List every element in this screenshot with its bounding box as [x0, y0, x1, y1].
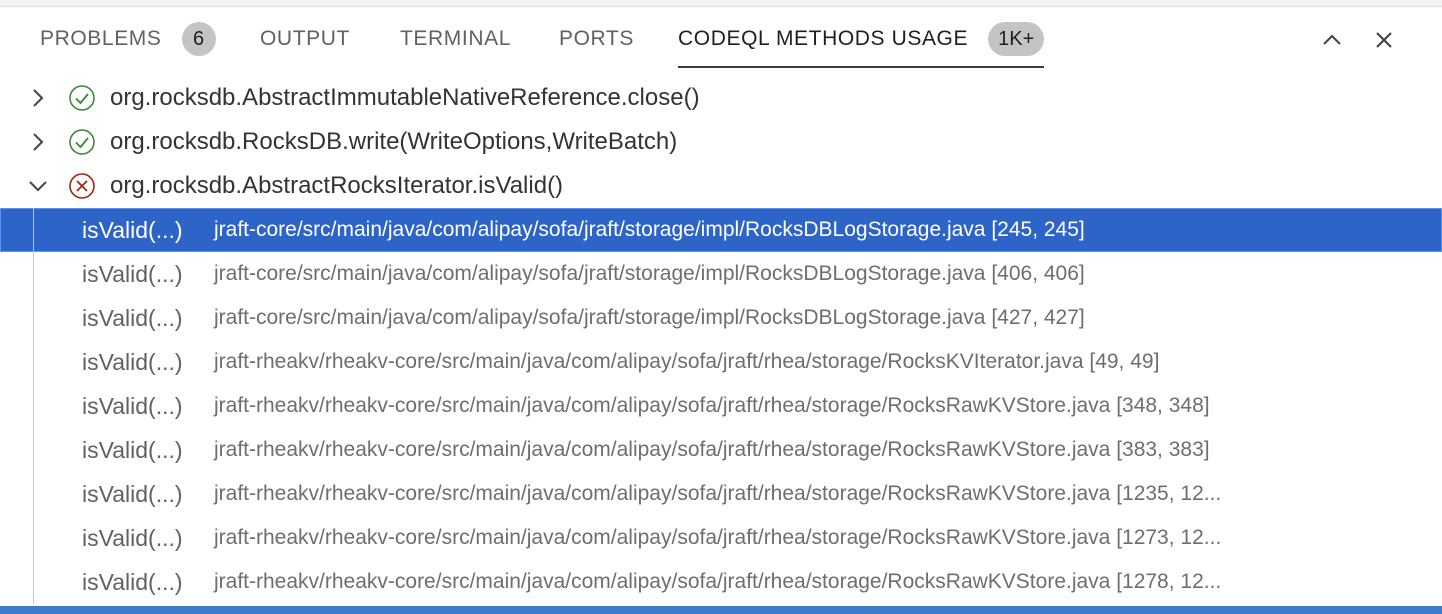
- tab-label: PROBLEMS: [40, 27, 162, 50]
- usage-row[interactable]: isValid(...) jraft-core/src/main/java/co…: [0, 208, 1442, 252]
- usage-row[interactable]: isValid(...) jraft-rheakv/rheakv-core/sr…: [0, 384, 1442, 428]
- usage-count-badge: 1K+: [988, 22, 1045, 56]
- indent-guide: [33, 516, 34, 560]
- usage-location: jraft-rheakv/rheakv-core/src/main/java/c…: [214, 394, 1210, 417]
- usage-label: isValid(...): [82, 349, 183, 375]
- tab-label: PORTS: [559, 27, 634, 50]
- usage-row[interactable]: isValid(...) jraft-rheakv/rheakv-core/sr…: [0, 560, 1442, 604]
- usage-location: jraft-core/src/main/java/com/alipay/sofa…: [214, 218, 1085, 241]
- usage-label: isValid(...): [82, 525, 183, 551]
- usage-location: jraft-rheakv/rheakv-core/src/main/java/c…: [214, 482, 1222, 505]
- tab-label: TERMINAL: [400, 27, 511, 50]
- method-name: org.rocksdb.RocksDB.write(WriteOptions,W…: [110, 128, 678, 155]
- usage-row[interactable]: isValid(...) jraft-core/src/main/java/co…: [0, 296, 1442, 340]
- indent-guide: [33, 296, 34, 340]
- usage-location: jraft-rheakv/rheakv-core/src/main/java/c…: [214, 438, 1210, 461]
- method-name: org.rocksdb.AbstractRocksIterator.isVali…: [110, 172, 564, 199]
- tab-ports[interactable]: PORTS: [559, 8, 634, 70]
- chevron-up-icon: [1323, 34, 1341, 45]
- usage-label: isValid(...): [82, 217, 183, 243]
- chevron-down-icon[interactable]: [26, 174, 50, 198]
- method-row[interactable]: org.rocksdb.RocksDB.write(WriteOptions,W…: [0, 120, 1442, 164]
- tab-label: OUTPUT: [260, 27, 350, 50]
- check-circle-icon: [69, 85, 95, 111]
- chevron-right-icon[interactable]: [26, 130, 50, 154]
- usage-row[interactable]: isValid(...) jraft-rheakv/rheakv-core/sr…: [0, 428, 1442, 472]
- indent-guide: [33, 428, 34, 472]
- indent-guide: [33, 384, 34, 428]
- usage-row[interactable]: isValid(...) jraft-core/src/main/java/co…: [0, 252, 1442, 296]
- panel-tab-bar: PROBLEMS 6 OUTPUT TERMINAL PORTS CODEQL …: [0, 8, 1442, 70]
- problems-count-badge: 6: [181, 22, 216, 56]
- indent-guide: [33, 340, 34, 384]
- usage-label: isValid(...): [82, 437, 183, 463]
- indent-guide: [33, 472, 34, 516]
- tab-terminal[interactable]: TERMINAL: [400, 8, 511, 70]
- usage-row[interactable]: isValid(...) jraft-rheakv/rheakv-core/sr…: [0, 472, 1442, 516]
- chevron-right-icon[interactable]: [26, 86, 50, 110]
- check-circle-icon: [69, 129, 95, 155]
- usage-label: isValid(...): [82, 261, 183, 287]
- methods-usage-tree: org.rocksdb.AbstractImmutableNativeRefer…: [0, 76, 1442, 604]
- tab-problems[interactable]: PROBLEMS 6: [40, 8, 216, 70]
- close-icon: [1376, 32, 1392, 48]
- usage-label: isValid(...): [82, 305, 183, 331]
- usage-location: jraft-rheakv/rheakv-core/src/main/java/c…: [214, 526, 1222, 549]
- tab-output[interactable]: OUTPUT: [260, 8, 350, 70]
- editor-remnant: [0, 0, 1442, 7]
- usage-label: isValid(...): [82, 393, 183, 419]
- maximize-panel-button[interactable]: [1316, 24, 1348, 56]
- usage-label: isValid(...): [82, 481, 183, 507]
- usage-row[interactable]: isValid(...) jraft-rheakv/rheakv-core/sr…: [0, 340, 1442, 384]
- close-panel-button[interactable]: [1368, 24, 1400, 56]
- method-name: org.rocksdb.AbstractImmutableNativeRefer…: [110, 84, 700, 111]
- indent-guide: [33, 208, 34, 252]
- usage-location: jraft-core/src/main/java/com/alipay/sofa…: [214, 306, 1085, 329]
- indent-guide: [33, 252, 34, 296]
- method-row[interactable]: org.rocksdb.AbstractRocksIterator.isVali…: [0, 164, 1442, 208]
- tab-label: CODEQL METHODS USAGE: [678, 27, 969, 50]
- usage-row[interactable]: isValid(...) jraft-rheakv/rheakv-core/sr…: [0, 516, 1442, 560]
- error-circle-icon: [69, 173, 95, 199]
- status-bar: [0, 606, 1442, 614]
- tab-codeql-methods-usage[interactable]: CODEQL METHODS USAGE 1K+: [678, 8, 1045, 70]
- indent-guide: [33, 560, 34, 604]
- usage-location: jraft-rheakv/rheakv-core/src/main/java/c…: [214, 570, 1222, 593]
- usage-location: jraft-rheakv/rheakv-core/src/main/java/c…: [214, 350, 1160, 373]
- usage-label: isValid(...): [82, 569, 183, 595]
- usage-location: jraft-core/src/main/java/com/alipay/sofa…: [214, 262, 1085, 285]
- method-row[interactable]: org.rocksdb.AbstractImmutableNativeRefer…: [0, 76, 1442, 120]
